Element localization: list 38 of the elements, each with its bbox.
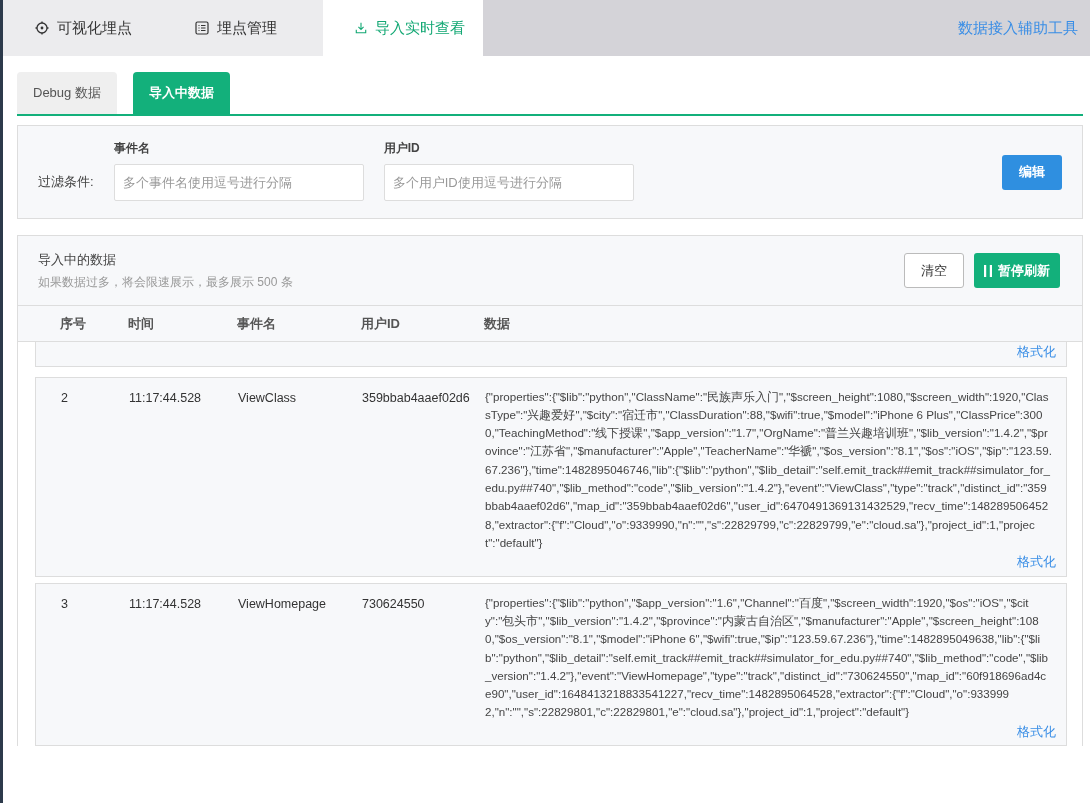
- input-field[interactable]: 多个用户ID使用逗号进行分隔: [383, 164, 634, 201]
- table-cell: ViewHomepage: [238, 596, 327, 611]
- table-cell: 2: [61, 390, 68, 405]
- column-header: 事件名: [237, 315, 276, 331]
- download-icon: [355, 21, 367, 35]
- nav-tab[interactable]: 导入实时查看: [323, 0, 483, 56]
- format-link[interactable]: 格式化: [1017, 721, 1056, 742]
- column-header: 时间: [128, 315, 154, 331]
- pause-button[interactable]: 暂停刷新: [974, 253, 1060, 288]
- field-label: 用户ID: [383, 140, 421, 157]
- field-label: 事件名: [113, 140, 151, 157]
- panel-title: 导入中的数据: [38, 251, 117, 270]
- data-text: {"properties":{"$lib":"python","$app_version":"1.6","Channel":"百度","$screen_width":1920,"$os":"iOS","$city":"包头市","$lib_version":"1.4.2","$province":"内蒙古自治区","$manufacturer":"Apple","$screen_height":1080,"$os_version":"8.1","$model":"iPhone 6","$wifi":true,"$ip":"123.59.67.236"},"time":1482895049638,"lib":{"$lib":"python","$lib_detail":"self.emit_track##emit_track##simulator_for_edu.py##740","$lib_method":"code","$lib_version":"1.4.2"},"event":"ViewHomepage","type":"track","distinct_id":"730624550","map_id":"60f918696ad4ce90","user_id":1648413218833541227,"recv_time":1482895064528,"extractor":{"f":"Cloud","o":9339992,"n":"","s":22829801,"c":22829801,"e":"cloud.sa"},"project_id":1,"project":"default"}: [485, 594, 1050, 721]
- tool-link[interactable]: 数据接入辅助工具: [958, 16, 1090, 40]
- table-cell: 11:17:44.528: [129, 596, 202, 611]
- data-text: {"properties":{"$lib":"python","ClassName":"民族声乐入门","$screen_height":1080,"$screen_width":1920,"ClassType":"兴趣爱好","$city":"宿迁市","ClassDuration":88,"$wifi":true,"$model":"iPhone 6 Plus","ClassPrice":3000,"TeachingMethod":"线下授课","$app_version":"1.7","OrgName":"普兰兴趣培训班","$lib_version":"1.4.2","$province":"江苏省","$manufacturer":"Apple","TeacherName":"华褫","$os_version":"8.1","$os":"iOS","$ip":"123.59.67.236"},"time":1482895046746,"lib":{"$lib":"python","$lib_detail":"self.emit_track##emit_track##simulator_for_edu.py##740","$lib_method":"code","$lib_version":"1.4.2"},"event":"ViewClass","type":"track","distinct_id":"359bbab4aaef02d6","map_id":"359bbab4aaef02d6","user_id":6470491369131432529,"recv_time":1482895064528,"extractor":{"f":"Cloud","o":9339990,"n":"","s":22829799,"c":22829799,"e":"cloud.sa"},"project_id":1,"project":"default"}: [485, 388, 1053, 551]
- edit-button[interactable]: 编辑: [1002, 154, 1062, 190]
- table-cell: ViewClass: [238, 390, 297, 405]
- table-cell: 730624550: [362, 596, 425, 611]
- table-cell: 359bbab4aaef02d6: [362, 390, 470, 405]
- table-cell: 11:17:44.528: [129, 390, 202, 405]
- sub-tab[interactable]: 导入中数据: [132, 72, 230, 114]
- sub-tab[interactable]: Debug 数据: [17, 72, 117, 114]
- column-header: 用户ID: [361, 315, 400, 331]
- panel-subtitle: 如果数据过多，将会限速展示，最多展示 500 条: [38, 273, 293, 291]
- table-cell: 3: [61, 596, 68, 611]
- input-field[interactable]: 多个事件名使用逗号进行分隔: [113, 164, 364, 201]
- format-link[interactable]: 格式化: [1017, 552, 1056, 572]
- filter-label: 过滤条件:: [38, 172, 94, 191]
- list-icon: [195, 21, 209, 35]
- column-header: 数据: [484, 315, 510, 331]
- column-header: 序号: [60, 315, 86, 331]
- pause-icon: [984, 264, 992, 277]
- nav-tab[interactable]: 埋点管理: [163, 0, 323, 56]
- format-link[interactable]: 格式化: [1017, 342, 1056, 362]
- clear-button[interactable]: 清空: [904, 253, 964, 288]
- target-icon: [35, 21, 49, 35]
- nav-tab[interactable]: 可视化埋点: [3, 0, 163, 56]
